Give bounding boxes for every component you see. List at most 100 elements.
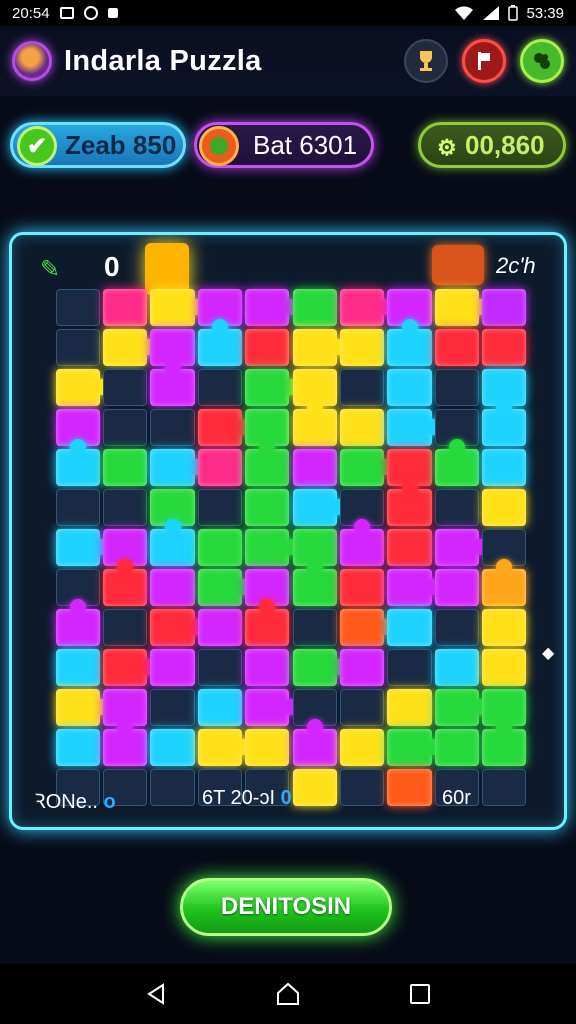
puzzle-knob [117, 719, 134, 735]
puzzle-tile[interactable] [434, 368, 480, 406]
puzzle-tile[interactable] [150, 688, 195, 726]
puzzle-tile[interactable] [339, 568, 385, 606]
puzzle-knob [69, 599, 86, 615]
hint-wand-icon[interactable]: ✎ [40, 255, 60, 284]
puzzle-tile[interactable] [197, 648, 243, 686]
timer-label: 2c'h [496, 253, 536, 278]
notification-icon [107, 8, 118, 18]
puzzle-tile[interactable] [434, 648, 480, 686]
signal-icon [483, 6, 500, 20]
puzzle-tile[interactable] [434, 728, 480, 766]
puzzle-tile[interactable] [55, 648, 100, 686]
home-icon [277, 982, 299, 1005]
camera-icon [59, 7, 74, 19]
puzzle-tile[interactable] [150, 568, 195, 606]
puzzle-tile[interactable] [55, 488, 100, 526]
puzzle-tile[interactable] [197, 368, 243, 406]
puzzle-tile[interactable] [482, 648, 527, 686]
puzzle-tile[interactable] [292, 768, 337, 806]
puzzle-knob [401, 319, 418, 335]
settings-button[interactable] [520, 39, 564, 83]
puzzle-tile[interactable] [387, 608, 432, 646]
coins-label: 00,860 [465, 129, 545, 160]
puzzle-tile[interactable] [482, 328, 527, 366]
puzzle-tile[interactable] [387, 648, 432, 686]
app-actions [404, 39, 564, 83]
recents-button[interactable] [400, 974, 440, 1014]
puzzle-tile[interactable] [339, 768, 385, 806]
navigation-bar [0, 964, 576, 1024]
puzzle-tile[interactable] [245, 488, 290, 526]
puzzle-tile[interactable] [339, 368, 385, 406]
puzzle-tile[interactable] [102, 488, 148, 526]
puzzle-tile[interactable] [387, 528, 432, 566]
app-title: Indarla Puzzla [64, 44, 262, 77]
status-time-left: 20:54 [12, 4, 50, 22]
puzzle-tile[interactable] [482, 288, 527, 326]
puzzle-tile[interactable] [197, 528, 243, 566]
trophy-button[interactable] [404, 39, 448, 83]
app-bar: Indarla Puzzla [0, 26, 576, 96]
puzzle-tile[interactable] [197, 488, 243, 526]
home-button[interactable] [268, 974, 308, 1014]
arrow-icon[interactable]: ◆ [542, 643, 554, 663]
puzzle-tile[interactable] [339, 328, 385, 366]
puzzle-knob [117, 559, 134, 575]
puzzle-tile[interactable] [387, 768, 432, 806]
puzzle-tile[interactable] [197, 448, 243, 486]
leaf-icon [534, 53, 550, 69]
puzzle-tile[interactable] [150, 728, 195, 766]
puzzle-tile[interactable] [55, 328, 100, 366]
puzzle-tile[interactable] [102, 448, 148, 486]
puzzle-tile[interactable] [292, 288, 337, 326]
puzzle-tile[interactable] [245, 328, 290, 366]
puzzle-tile[interactable] [339, 688, 385, 726]
puzzle-tile[interactable] [339, 728, 385, 766]
puzzle-tile[interactable] [55, 288, 100, 326]
puzzle-tile[interactable] [292, 608, 337, 646]
puzzle-tile[interactable] [55, 728, 100, 766]
puzzle-tile[interactable] [150, 408, 195, 446]
puzzle-tile[interactable] [482, 608, 527, 646]
puzzle-tile[interactable] [102, 408, 148, 446]
puzzle-tile[interactable] [387, 368, 432, 406]
corner-piece[interactable] [432, 245, 484, 285]
board-bottom-center-label: 6T 20-ɔI 0 [202, 787, 292, 810]
puzzle-tile[interactable] [339, 648, 385, 686]
puzzle-tile[interactable] [434, 488, 480, 526]
profile-button[interactable] [462, 39, 506, 83]
puzzle-tile[interactable] [102, 368, 148, 406]
fruit-icon [199, 126, 239, 166]
puzzle-grid[interactable] [54, 287, 528, 807]
puzzle-tile[interactable] [339, 408, 385, 446]
puzzle-knob [69, 439, 86, 455]
coins-pill[interactable]: ⚙ 00,860 [418, 122, 566, 168]
puzzle-tile[interactable] [434, 328, 480, 366]
puzzle-tile[interactable] [292, 448, 337, 486]
puzzle-board[interactable]: ✎ 0 2c'h ◆ ꝚONe.. o 6T 20-ɔI 0 60r [9, 232, 567, 830]
puzzle-tile[interactable] [102, 288, 148, 326]
puzzle-tile[interactable] [150, 768, 195, 806]
puzzle-tile[interactable] [434, 608, 480, 646]
puzzle-knob [306, 719, 323, 735]
flag-icon [478, 52, 490, 70]
puzzle-knob [164, 359, 181, 375]
puzzle-tile[interactable] [482, 488, 527, 526]
board-bottom-left-label: ꝚONe.. o [34, 787, 116, 814]
puzzle-tile[interactable] [197, 688, 243, 726]
puzzle-tile[interactable] [245, 728, 290, 766]
trophy-icon [420, 51, 432, 71]
puzzle-tile[interactable] [197, 608, 243, 646]
status-bar: 20:54 53:39 [0, 0, 576, 26]
puzzle-tile[interactable] [102, 608, 148, 646]
primary-action-button[interactable]: DENITOSIN [180, 878, 392, 936]
puzzle-tile[interactable] [482, 768, 527, 806]
puzzle-tile[interactable] [387, 688, 432, 726]
bottom-center-text: 6T 20-ɔI [202, 787, 275, 809]
puzzle-tile[interactable] [482, 448, 527, 486]
back-button[interactable] [136, 974, 176, 1014]
score-pill: ✔ Zeab 850 [10, 122, 186, 168]
puzzle-tile[interactable] [150, 648, 195, 686]
puzzle-tile[interactable] [434, 568, 480, 606]
puzzle-tile[interactable] [245, 648, 290, 686]
